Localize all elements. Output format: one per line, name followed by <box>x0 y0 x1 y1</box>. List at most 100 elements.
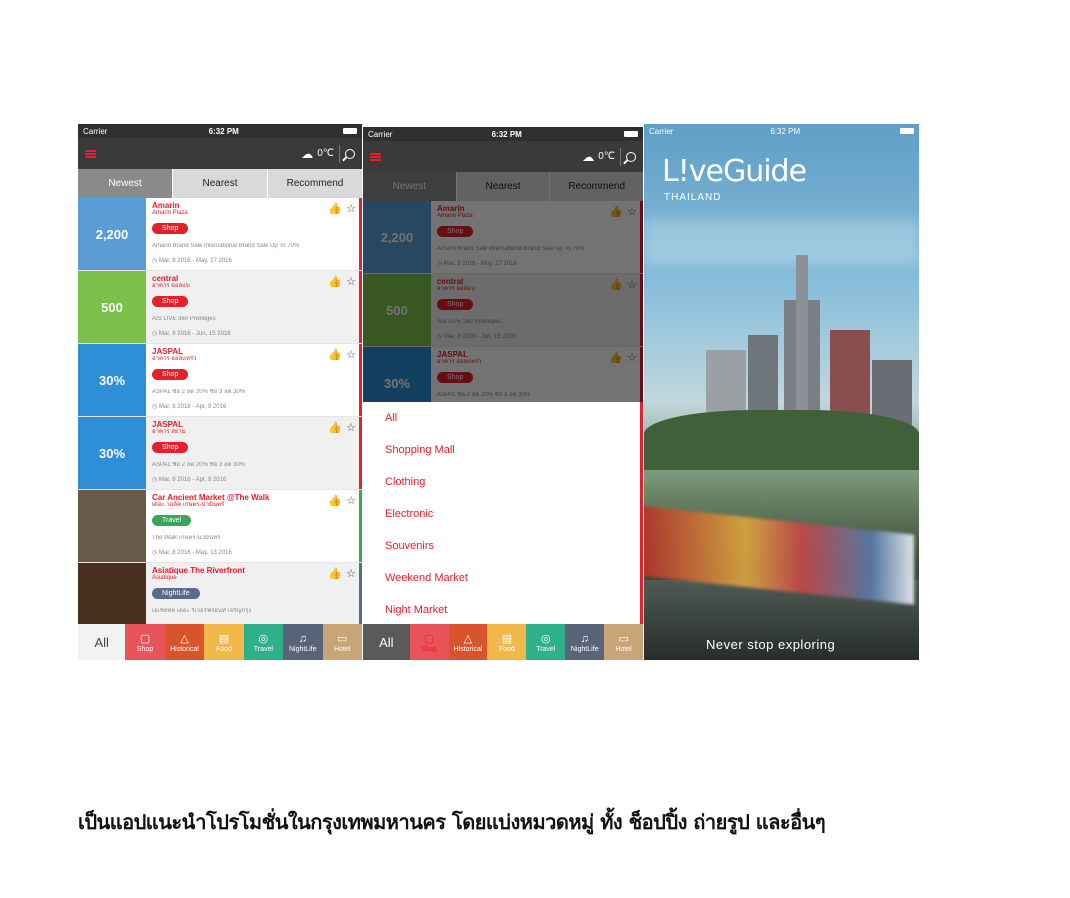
dropdown-item[interactable]: All <box>363 402 640 434</box>
category-label: NightLife <box>570 645 599 653</box>
like-icon[interactable]: 👍 <box>328 421 342 434</box>
favorite-star-icon[interactable]: ☆ <box>346 567 356 580</box>
category-shop[interactable]: ▢ Shop <box>125 624 165 660</box>
like-icon[interactable]: 👍 <box>328 348 342 361</box>
item-info: centralอาคาร ออลแบ Shop AIS LIVE 360 Privi… <box>146 271 362 343</box>
dropdown-item[interactable]: Night Market <box>363 594 640 626</box>
tab-newest[interactable]: Newest <box>78 169 172 198</box>
subcategory-dropdown: All Shopping Mall Clothing Electronic Souven… <box>363 402 643 624</box>
menu-icon[interactable] <box>370 152 381 161</box>
status-bar: Carrier 6:32 PM <box>78 124 362 138</box>
favorite-star-icon[interactable]: ☆ <box>346 348 356 361</box>
temple-icon: △ <box>180 632 189 645</box>
category-food[interactable]: ▤ Food <box>204 624 244 660</box>
category-travel[interactable]: ◎ Travel <box>526 624 566 660</box>
item-description: เอเชียทีค เดอะ ริเวอร์ฟร้อนท์ เจริญกรุง <box>152 608 252 614</box>
category-badge[interactable]: Travel <box>152 515 192 526</box>
category-label: All <box>94 634 109 650</box>
category-color-strip <box>359 417 362 489</box>
item-description: ASPAL ซื้อ 2 ลด 20% ซื้อ 3 ลด 30% <box>152 389 246 395</box>
promo-thumbnail: 30% <box>78 344 146 416</box>
item-title: JASPAL <box>152 347 183 356</box>
category-badge[interactable]: Shop <box>152 223 189 234</box>
app-bar: ☁ 0℃ <box>78 138 362 169</box>
category-historical[interactable]: △ Historical <box>448 624 488 660</box>
battery-icon <box>897 127 914 136</box>
category-label: Historical <box>170 645 199 653</box>
category-color-strip <box>359 490 362 562</box>
logo-subtitle: THAILAND <box>664 192 722 203</box>
item-subtitle: อาคาร ออลแทร่ว <box>152 356 197 362</box>
item-subtitle: อาคาร ออลแบ <box>152 283 190 289</box>
item-subtitle: Amarin Plaza <box>152 210 188 216</box>
category-nightlife[interactable]: ♫ NightLife <box>565 624 605 660</box>
food-icon: ▤ <box>218 632 230 645</box>
category-badge[interactable]: Shop <box>152 442 189 453</box>
list-screen: Carrier 6:32 PM ☁ 0℃ Newest Nearest Reco… <box>78 124 362 660</box>
bed-icon: ▭ <box>337 632 348 645</box>
favorite-star-icon[interactable]: ☆ <box>346 275 356 288</box>
like-icon[interactable]: 👍 <box>328 275 342 288</box>
favorite-star-icon[interactable]: ☆ <box>346 494 356 507</box>
cloud-icon: ☁ <box>582 149 595 164</box>
menu-icon[interactable] <box>85 149 96 158</box>
category-color-strip <box>359 198 362 270</box>
favorite-star-icon[interactable]: ☆ <box>346 421 356 434</box>
dropdown-item[interactable]: Souvenirs <box>363 530 640 562</box>
category-all[interactable]: All <box>363 624 410 660</box>
item-description: AIS LIVE 360 Privileges <box>152 316 216 322</box>
search-icon[interactable] <box>345 148 355 159</box>
like-icon[interactable]: 👍 <box>328 567 342 580</box>
category-all[interactable]: All <box>78 624 126 660</box>
food-icon: ▤ <box>501 632 513 645</box>
like-icon[interactable]: 👍 <box>328 202 342 215</box>
item-info: AmarinAmarin Plaza Shop Amarin Brand Sale … <box>146 198 362 270</box>
like-icon[interactable]: 👍 <box>328 494 342 507</box>
shopping-bag-icon: ▢ <box>423 632 435 645</box>
category-food[interactable]: ▤ Food <box>487 624 527 660</box>
category-historical[interactable]: △ Historical <box>164 624 205 660</box>
list-item[interactable]: 2,200 AmarinAmarin Plaza Shop Amarin Brand … <box>78 198 362 271</box>
dropdown-item[interactable]: Weekend Market <box>363 562 640 594</box>
carrier-label: Carrier <box>649 126 674 136</box>
tab-recommend[interactable]: Recommend <box>267 169 362 198</box>
search-icon[interactable] <box>626 151 636 162</box>
item-title: Amarin <box>152 201 180 210</box>
category-badge[interactable]: Shop <box>152 369 189 380</box>
app-bar: ☁ 0℃ <box>363 141 643 172</box>
list-item[interactable]: 500 centralอาคาร ออลแบ Shop AIS LIVE 360 Pr… <box>78 271 362 344</box>
category-badge[interactable]: Shop <box>152 296 189 307</box>
item-date: ◷ Mar, 8 2016 - Jun, 15 2016 <box>152 331 231 337</box>
category-badge[interactable]: NightLife <box>152 588 200 599</box>
item-description: ASPAL ซื้อ 2 ลด 20% ซื้อ 3 ลด 30% <box>152 462 246 468</box>
tab-nearest[interactable]: Nearest <box>172 169 267 198</box>
clock: 6:32 PM <box>770 126 801 136</box>
promo-thumbnail: 500 <box>78 271 146 343</box>
bed-icon: ▭ <box>618 632 629 645</box>
category-label: NightLife <box>288 645 317 653</box>
list-item[interactable]: 30% JASPAL อาคาร สยาม Shop ASPAL ซื้อ 2 ลด 2… <box>78 417 362 490</box>
item-info: JASPAL อาคาร สยาม Shop ASPAL ซื้อ 2 ลด 20% … <box>146 417 362 489</box>
nightlife-icon: ♫ <box>580 632 589 645</box>
item-description: Amarin Brand Sale International Brand Sa… <box>152 243 300 249</box>
temple-icon: △ <box>463 632 473 645</box>
dim-overlay[interactable] <box>363 172 643 402</box>
category-color-strip <box>359 271 362 343</box>
cloud-icon: ☁ <box>301 146 314 161</box>
item-description: The Walk เกษตร-นวมินทร์ <box>152 535 221 541</box>
item-title: Car Ancient Market @The Walk <box>152 493 270 502</box>
dropdown-item[interactable]: Shopping Mall <box>363 434 640 466</box>
tagline: Never stop exploring <box>706 637 836 652</box>
category-shop[interactable]: ▢ Shop <box>409 624 449 660</box>
list-item[interactable]: Car Ancient Market @The Walk เดอะ วอล์ค เ… <box>78 490 362 563</box>
category-travel[interactable]: ◎ Travel <box>243 624 284 660</box>
item-actions: 👍☆ <box>328 494 356 507</box>
favorite-star-icon[interactable]: ☆ <box>346 202 356 215</box>
category-hotel[interactable]: ▭ Hotel <box>604 624 643 660</box>
list-item[interactable]: 30% JASPALอาคาร ออลแทร่ว Shop ASPAL ซื้อ 2 … <box>78 344 362 417</box>
cloud-band <box>644 219 919 264</box>
category-hotel[interactable]: ▭ Hotel <box>322 624 362 660</box>
dropdown-item[interactable]: Clothing <box>363 466 640 498</box>
category-nightlife[interactable]: ♫ NightLife <box>283 624 323 660</box>
dropdown-item[interactable]: Electronic <box>363 498 640 530</box>
